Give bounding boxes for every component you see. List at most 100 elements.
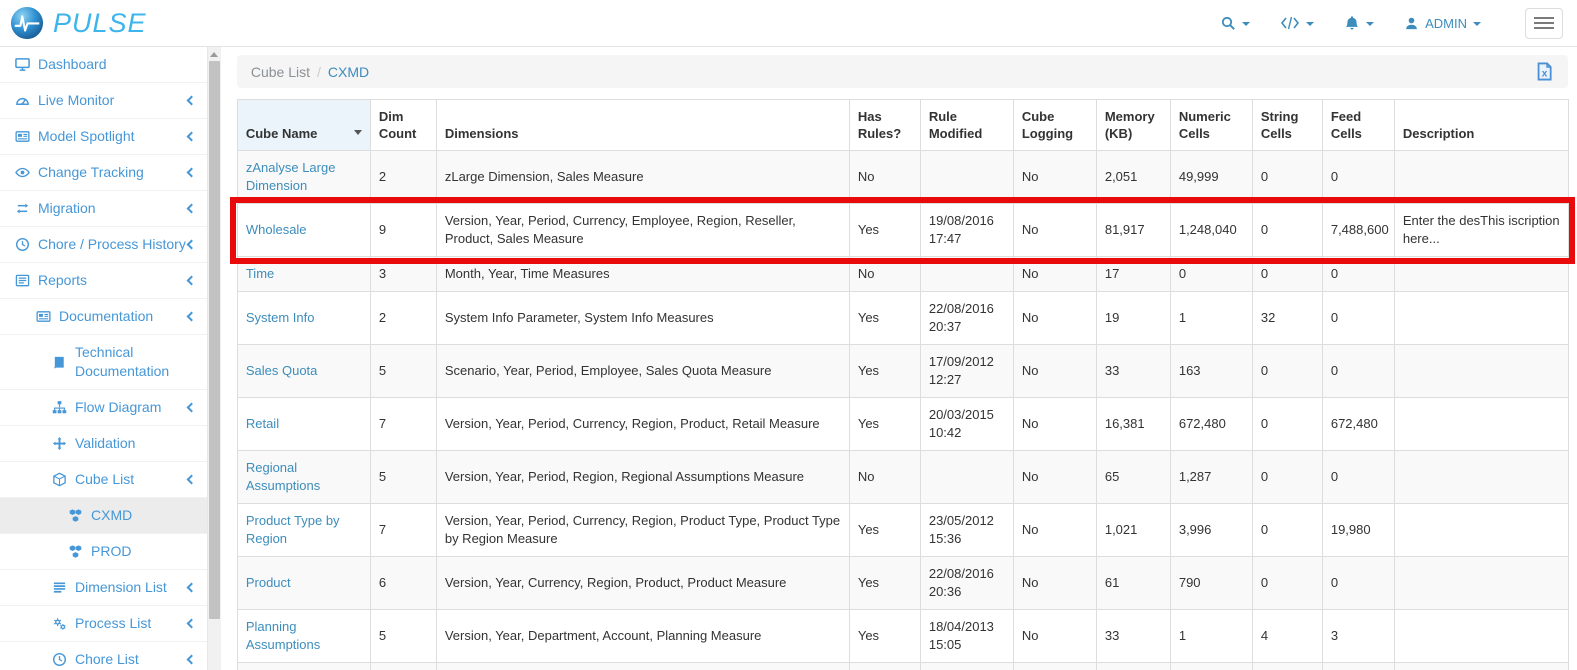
sidebar-item-label: Process List [75, 614, 188, 633]
column-header-cube-name[interactable]: Cube Name [237, 100, 370, 151]
cell-numeric-cells: 49,999 [1170, 151, 1252, 204]
cell-cube-logging: No [1013, 398, 1096, 451]
sidebar-item-chore-process-history[interactable]: Chore / Process History [0, 227, 207, 263]
cell-cube-name: Product [237, 557, 370, 610]
scroll-up-arrow-icon[interactable] [210, 52, 218, 57]
sidebar-item-migration[interactable]: Migration [0, 191, 207, 227]
cell-feed-cells: 672,480 [1322, 398, 1394, 451]
search-menu[interactable] [1220, 15, 1250, 31]
cell-cube-name: Planning Assumptions [237, 610, 370, 663]
sidebar-item-validation[interactable]: Validation [0, 426, 207, 462]
cell-memory-kb: 17 [1096, 257, 1170, 292]
column-header-dimensions[interactable]: Dimensions [436, 100, 849, 151]
table-row: Planning Assumptions5Version, Year, Depa… [237, 610, 1568, 663]
table-row: zAnalyse Large Dimension2zLarge Dimensio… [237, 151, 1568, 204]
cell-dim-count: 3 [370, 257, 436, 292]
sidebar-item-cxmd[interactable]: CXMD [0, 498, 207, 534]
cell-cube-name: Wholesale [237, 204, 370, 257]
cell-rule-modified: 17/09/2012 12:27 [920, 345, 1013, 398]
table-row: Wholesale9Version, Year, Period, Currenc… [237, 204, 1568, 257]
column-header-feed-cells[interactable]: Feed Cells [1322, 100, 1394, 151]
cell-string-cells: 32 [1252, 292, 1322, 345]
cube-table-header: Cube NameDim CountDimensionsHas Rules?Ru… [237, 100, 1568, 151]
cell-dim-count: 7 [370, 398, 436, 451]
cube-link[interactable]: Regional Assumptions [246, 460, 320, 493]
excel-export-icon[interactable]: x [1535, 62, 1554, 81]
chevron-left-icon [186, 276, 196, 286]
sidebar-item-model-spotlight[interactable]: Model Spotlight [0, 119, 207, 155]
cell-description [1394, 557, 1568, 610]
report-icon [15, 273, 32, 288]
cube-link[interactable]: Time [246, 266, 274, 281]
cube-link[interactable]: Retail [246, 416, 279, 431]
cell-dim-count: 5 [370, 345, 436, 398]
cell-memory-kb: 33 [1096, 610, 1170, 663]
layout: DashboardLive MonitorModel Spotlight Chan… [0, 47, 1577, 670]
cell-numeric-cells: 1,248,040 [1170, 204, 1252, 257]
chevron-down-icon [1306, 22, 1314, 26]
cell-memory-kb: 16,381 [1096, 398, 1170, 451]
column-header-numeric-cells[interactable]: Numeric Cells [1170, 100, 1252, 151]
cell-dimensions: Version, Year, Department, Account, Plan… [436, 610, 849, 663]
sidebar-item-process-list[interactable]: Process List [0, 606, 207, 642]
column-header-cube-logging[interactable]: Cube Logging [1013, 100, 1096, 151]
cube-link[interactable]: Product [246, 575, 291, 590]
cube-link[interactable]: Wholesale [246, 222, 307, 237]
user-menu[interactable]: ADMIN [1404, 16, 1481, 31]
table-row: Regional Assumptions5Version, Year, Peri… [237, 451, 1568, 504]
column-header-description[interactable]: Description [1394, 100, 1568, 151]
chevron-left-icon [186, 475, 196, 485]
cube-link[interactable]: zAnalyse Large Dimension [246, 160, 336, 193]
cell-string-cells: 0 [1252, 663, 1322, 670]
cell-memory-kb: 2,051 [1096, 151, 1170, 204]
sidebar-item-live-monitor[interactable]: Live Monitor [0, 83, 207, 119]
cell-string-cells: 0 [1252, 504, 1322, 557]
chevron-left-icon [186, 583, 196, 593]
cell-has-rules: Yes [849, 292, 920, 345]
sidebar-item-chore-list[interactable]: Chore List [0, 642, 207, 670]
column-header-dim-count[interactable]: Dim Count [370, 100, 436, 151]
cell-dim-count: 2 [370, 292, 436, 345]
table-row: Sales Quota5Scenario, Year, Period, Empl… [237, 345, 1568, 398]
sidebar-item-label: Technical Documentation [75, 343, 199, 381]
cube-link[interactable]: Planning Assumptions [246, 619, 320, 652]
cell-string-cells: 4 [1252, 610, 1322, 663]
sidebar-item-change-tracking[interactable]: Change Tracking [0, 155, 207, 191]
cell-has-rules: Yes [849, 663, 920, 670]
column-header-rule-modified[interactable]: Rule Modified [920, 100, 1013, 151]
arrows-icon [52, 436, 69, 451]
bars-icon [52, 580, 69, 595]
sidebar-scrollbar[interactable] [208, 47, 221, 670]
sidebar-item-reports[interactable]: Reports [0, 263, 207, 299]
clock-icon [15, 237, 32, 252]
notifications-menu[interactable] [1344, 15, 1374, 31]
cube-link[interactable]: System Info [246, 310, 315, 325]
sidebar-item-documentation[interactable]: Documentation [0, 299, 207, 335]
column-header-has-rules[interactable]: Has Rules? [849, 100, 920, 151]
sidebar-item-label: Cube List [75, 470, 188, 489]
cube-link[interactable]: Sales Quota [246, 363, 318, 378]
table-row: System Info2System Info Parameter, Syste… [237, 292, 1568, 345]
cell-has-rules: Yes [849, 557, 920, 610]
sidebar-item-flow-diagram[interactable]: Flow Diagram [0, 390, 207, 426]
column-header-string-cells[interactable]: String Cells [1252, 100, 1322, 151]
menu-toggle-button[interactable] [1525, 8, 1563, 39]
cube-link[interactable]: Product Type by Region [246, 513, 340, 546]
cell-rule-modified [920, 151, 1013, 204]
sidebar-item-label: Chore List [75, 650, 188, 669]
scrollbar-thumb[interactable] [209, 61, 220, 619]
cell-has-rules: Yes [849, 204, 920, 257]
sidebar-item-label: Change Tracking [38, 163, 188, 182]
cell-description [1394, 345, 1568, 398]
sidebar-item-cube-list[interactable]: Cube List [0, 462, 207, 498]
cell-cube-logging: No [1013, 557, 1096, 610]
cell-dimensions: Version, Year, Period, Currency, Employe… [436, 204, 849, 257]
sidebar-item-technical-documentation[interactable]: Technical Documentation [0, 335, 207, 390]
cell-numeric-cells: 33,660 [1170, 663, 1252, 670]
column-header-memory-kb[interactable]: Memory (KB) [1096, 100, 1170, 151]
sidebar-item-dashboard[interactable]: Dashboard [0, 47, 207, 83]
breadcrumb-parent[interactable]: Cube List [251, 64, 310, 80]
code-menu[interactable] [1280, 16, 1314, 30]
sidebar-item-prod[interactable]: PROD [0, 534, 207, 570]
sidebar-item-dimension-list[interactable]: Dimension List [0, 570, 207, 606]
